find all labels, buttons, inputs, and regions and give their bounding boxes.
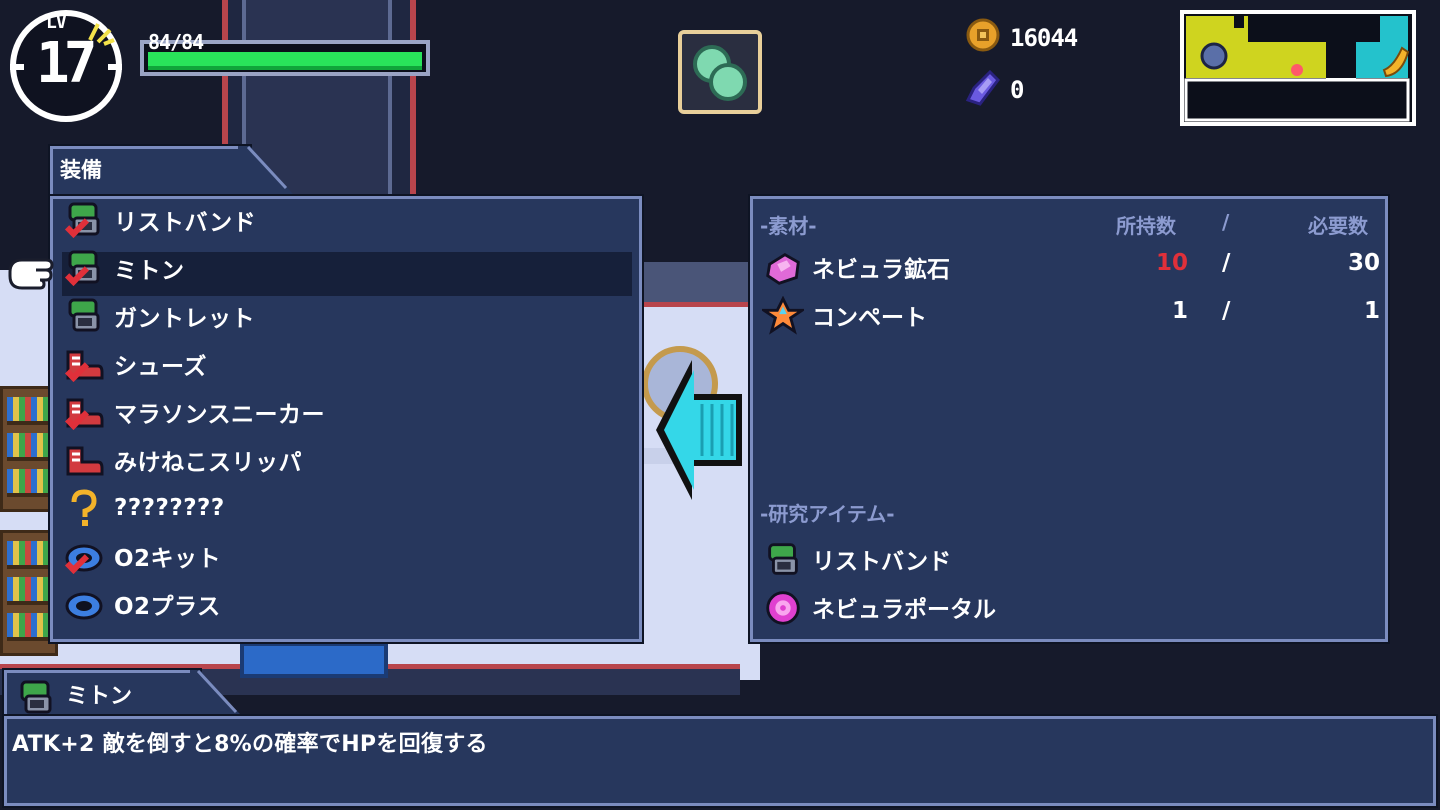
- tab-slant: [238, 146, 298, 200]
- level-up-spark-icon: [88, 23, 115, 46]
- research-item-name: ネビュラポータル: [812, 597, 996, 623]
- direction-arrow-icon: [656, 360, 742, 500]
- equipment-item[interactable]: ガントレット: [62, 296, 622, 336]
- equipment-item-label: ミトン: [114, 258, 185, 284]
- equipment-item[interactable]: O2プラス: [62, 584, 622, 624]
- coin-icon: [966, 18, 1000, 52]
- wristband-icon: [62, 200, 106, 240]
- owned-column-header: 所持数: [1116, 214, 1176, 238]
- equipment-item[interactable]: みけねこスリッパ: [62, 440, 622, 480]
- question-icon: [62, 488, 106, 528]
- material-owned-count: 10: [1155, 250, 1188, 276]
- equipment-item[interactable]: ミトン: [62, 248, 622, 288]
- material-slash: /: [1222, 250, 1231, 276]
- capsule-item-icon: [693, 45, 747, 101]
- research-items-header: -研究アイテム-: [760, 502, 895, 526]
- equipment-item[interactable]: リストバンド: [62, 200, 622, 240]
- equipment-item-label: ガントレット: [114, 306, 255, 332]
- sneaker-icon: [62, 392, 106, 432]
- mitten-icon: [62, 248, 106, 288]
- equipment-item-label: O2キット: [114, 546, 222, 572]
- equipment-item-label: マラソンスニーカー: [114, 402, 326, 428]
- minimap-rooms: [1184, 16, 1410, 122]
- equipment-item-label: O2プラス: [114, 594, 221, 620]
- material-name: コンペート: [812, 305, 927, 331]
- research-item-name: リストバンド: [812, 549, 952, 575]
- wristband-icon: [762, 540, 804, 582]
- hp-text: 84/84: [148, 30, 204, 54]
- level-value: 17: [36, 31, 97, 96]
- slash-column-header: /: [1222, 210, 1230, 234]
- equipment-item[interactable]: マラソンスニーカー: [62, 392, 622, 432]
- equipment-item-label: シューズ: [114, 354, 207, 380]
- equipment-title: 装備: [60, 158, 102, 182]
- active-item-slot[interactable]: [678, 30, 762, 114]
- material-owned-count: 1: [1171, 298, 1188, 324]
- equipment-item[interactable]: シューズ: [62, 344, 622, 384]
- gem-icon: [966, 70, 1000, 106]
- material-slash: /: [1222, 298, 1231, 324]
- material-required-count: 30: [1347, 250, 1380, 276]
- konpeito-icon: [759, 295, 807, 338]
- nebula-ore-icon: [762, 248, 804, 290]
- level-label: LV: [46, 12, 67, 33]
- o2-plus-icon: [62, 584, 106, 624]
- coin-count: 16044: [1010, 24, 1078, 52]
- description-item-name: ミトン: [66, 684, 133, 709]
- equipment-item[interactable]: ????????: [62, 488, 622, 528]
- description-text: ATK+2 敵を倒すと8%の確率でHPを回復する: [12, 732, 488, 757]
- equipment-item-label: ????????: [114, 495, 225, 521]
- material-name: ネビュラ鉱石: [812, 257, 950, 283]
- mitten-icon: [20, 680, 52, 714]
- material-required-count: 1: [1363, 298, 1380, 324]
- room-wall: [640, 262, 755, 307]
- equipment-item-label: みけねこスリッパ: [114, 450, 302, 476]
- gem-count: 0: [1010, 76, 1025, 104]
- gauntlet-icon: [62, 296, 106, 336]
- o2-kit-icon: [62, 536, 106, 576]
- hp-bar-fill: [148, 52, 422, 70]
- door-prop: [240, 642, 388, 678]
- materials-header: -素材-: [760, 214, 817, 238]
- equipment-item-label: リストバンド: [114, 210, 257, 236]
- required-column-header: 必要数: [1308, 214, 1368, 238]
- minimap[interactable]: [1180, 10, 1416, 126]
- shoes-icon: [62, 344, 106, 384]
- equipment-item[interactable]: O2キット: [62, 536, 622, 576]
- nebula-portal-icon: [762, 588, 804, 630]
- pointer-hand-icon: [8, 258, 54, 290]
- slipper-icon: [62, 440, 106, 480]
- tab-slant: [190, 670, 248, 722]
